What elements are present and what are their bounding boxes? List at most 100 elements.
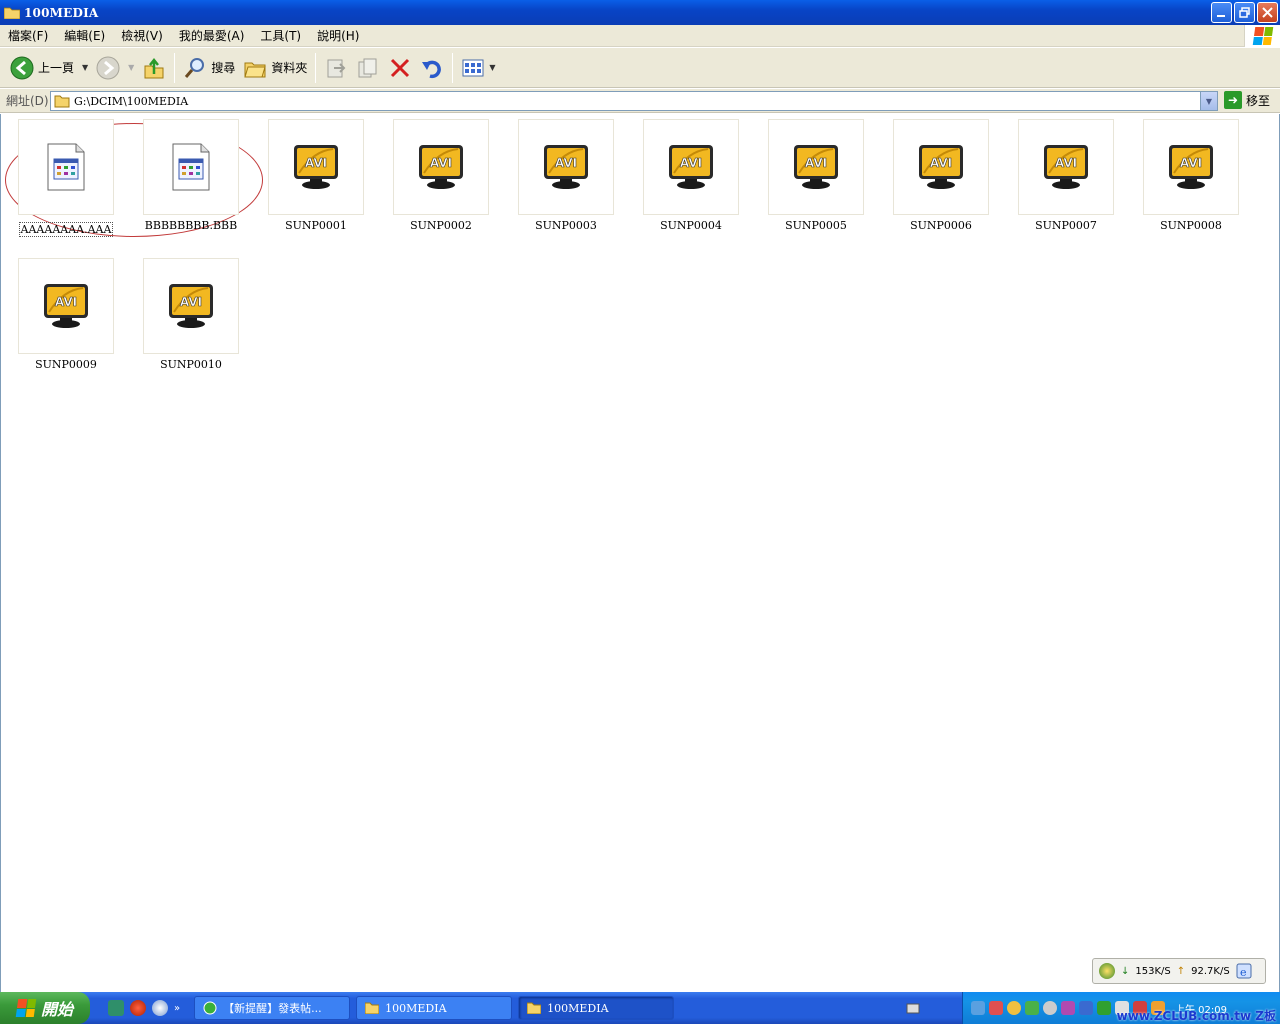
folders-button[interactable]: 資料夾 <box>239 51 311 85</box>
forward-button[interactable]: ▼ <box>92 51 138 85</box>
task-button-folder-active[interactable]: 100MEDIA <box>518 996 675 1020</box>
move-to-button[interactable] <box>320 51 352 85</box>
file-item[interactable]: AVI SUNP0001 <box>261 119 371 232</box>
file-item[interactable]: AVI SUNP0004 <box>636 119 746 232</box>
file-item[interactable]: AVI SUNP0005 <box>761 119 871 232</box>
file-thumbnail[interactable] <box>18 119 114 215</box>
folder-icon <box>4 7 20 19</box>
file-thumbnail[interactable]: AVI <box>768 119 864 215</box>
menu-help[interactable]: 說明(H) <box>309 27 367 44</box>
tray-app-icon[interactable] <box>1007 1001 1021 1015</box>
menu-favorites[interactable]: 我的最愛(A) <box>171 27 253 44</box>
tray-app-icon[interactable] <box>1061 1001 1075 1015</box>
menu-view[interactable]: 檢視(V) <box>113 27 171 44</box>
restore-button[interactable] <box>1234 2 1255 23</box>
tray-app-icon[interactable] <box>1097 1001 1111 1015</box>
go-button[interactable]: ➜ 移至 <box>1224 91 1270 109</box>
move-to-icon <box>327 59 346 77</box>
file-name: SUNP0009 <box>35 358 97 371</box>
file-view[interactable]: AAAAAAAA.AAA BBBBBBBB.BBB AVI SUNP0001 AVI SU… <box>0 114 1280 992</box>
search-label: 搜尋 <box>211 61 236 75</box>
quicklaunch-more-icon[interactable]: » <box>174 1003 180 1014</box>
file-thumbnail[interactable]: AVI <box>393 119 489 215</box>
file-thumbnail[interactable] <box>143 119 239 215</box>
browser-icon <box>203 1001 217 1015</box>
minimize-button[interactable] <box>1211 2 1232 23</box>
file-thumbnail[interactable]: AVI <box>1143 119 1239 215</box>
back-arrow-icon <box>10 56 34 79</box>
task-button-browser[interactable]: 【新提醒】發表帖... <box>194 996 351 1020</box>
file-name: SUNP0006 <box>910 219 972 232</box>
tray-app-icon[interactable] <box>1025 1001 1039 1015</box>
undo-button[interactable] <box>416 51 448 85</box>
download-arrow-icon: ↓ <box>1121 965 1130 977</box>
vertical-scrollbar-area <box>1262 114 1279 992</box>
forward-arrow-icon <box>96 56 120 79</box>
start-button[interactable]: 開始 <box>0 992 90 1024</box>
svg-text:AVI: AVI <box>180 295 202 309</box>
svg-text:AVI: AVI <box>55 295 77 309</box>
file-item[interactable]: AAAAAAAA.AAA <box>11 119 121 237</box>
network-meter: ↓ 153K/S ↑ 92.7K/S e <box>1092 958 1266 984</box>
file-item[interactable]: BBBBBBBB.BBB <box>136 119 246 232</box>
tray-app-icon[interactable] <box>1079 1001 1093 1015</box>
up-folder-button[interactable] <box>138 51 170 85</box>
address-input[interactable]: G:\DCIM\100MEDIA ▼ <box>50 91 1218 111</box>
file-thumbnail[interactable]: AVI <box>18 258 114 354</box>
minimize-icon <box>1217 15 1225 17</box>
file-item[interactable]: AVI SUNP0006 <box>886 119 996 232</box>
file-item[interactable]: AVI SUNP0008 <box>1136 119 1246 232</box>
watermark: www.ZCLUB.com.tw Z板 <box>1116 1009 1276 1023</box>
file-thumbnail[interactable]: AVI <box>268 119 364 215</box>
upload-speed: 92.7K/S <box>1191 965 1230 977</box>
views-icon <box>462 59 484 76</box>
forward-dropdown-icon[interactable]: ▼ <box>128 63 134 72</box>
menu-edit[interactable]: 編輯(E) <box>56 27 113 44</box>
quicklaunch-player-icon[interactable] <box>152 1000 168 1016</box>
menu-tools[interactable]: 工具(T) <box>252 27 309 44</box>
task-button-folder[interactable]: 100MEDIA <box>356 996 513 1020</box>
views-dropdown-icon[interactable]: ▼ <box>489 63 495 72</box>
task-label: 【新提醒】發表帖... <box>223 1002 322 1015</box>
keyboard-icon[interactable] <box>906 1001 920 1015</box>
back-button[interactable]: 上一頁 ▼ <box>6 51 92 85</box>
windows-flag-icon <box>15 999 37 1017</box>
tray-app-icon[interactable] <box>971 1001 985 1015</box>
tray-app-icon[interactable] <box>1043 1001 1057 1015</box>
file-thumbnail[interactable]: AVI <box>643 119 739 215</box>
avi-video-icon: AVI <box>544 145 588 189</box>
file-thumbnail[interactable]: AVI <box>143 258 239 354</box>
avi-video-icon: AVI <box>794 145 838 189</box>
file-item[interactable]: AVI SUNP0002 <box>386 119 496 232</box>
quicklaunch-media-icon[interactable] <box>130 1000 146 1016</box>
file-item[interactable]: AVI SUNP0010 <box>136 258 246 371</box>
task-label: 100MEDIA <box>385 1001 447 1015</box>
file-thumbnail[interactable]: AVI <box>1018 119 1114 215</box>
delete-button[interactable] <box>384 51 416 85</box>
back-dropdown-icon[interactable]: ▼ <box>82 63 88 72</box>
file-item[interactable]: AVI SUNP0007 <box>1011 119 1121 232</box>
address-bar: 網址(D) G:\DCIM\100MEDIA ▼ ➜ 移至 <box>0 89 1280 113</box>
close-button[interactable] <box>1257 2 1278 23</box>
quicklaunch-app-icon[interactable] <box>108 1000 124 1016</box>
tray-app-icon[interactable] <box>989 1001 1003 1015</box>
file-item[interactable]: AVI SUNP0003 <box>511 119 621 232</box>
file-name: SUNP0003 <box>535 219 597 232</box>
undo-icon <box>422 60 442 78</box>
folder-icon <box>365 1002 380 1014</box>
menu-file[interactable]: 檔案(F) <box>0 27 56 44</box>
toolbar-separator <box>452 52 454 83</box>
svg-text:AVI: AVI <box>430 156 452 170</box>
browser-icon[interactable]: e <box>1236 963 1252 979</box>
toolbar-separator <box>315 52 317 83</box>
file-thumbnail[interactable]: AVI <box>893 119 989 215</box>
file-thumbnail[interactable]: AVI <box>518 119 614 215</box>
copy-to-button[interactable] <box>352 51 384 85</box>
go-arrow-icon: ➜ <box>1224 91 1242 109</box>
file-name: SUNP0007 <box>1035 219 1097 232</box>
address-dropdown-button[interactable]: ▼ <box>1200 92 1217 110</box>
search-button[interactable]: 搜尋 <box>179 51 239 85</box>
svg-text:AVI: AVI <box>1055 156 1077 170</box>
file-item[interactable]: AVI SUNP0009 <box>11 258 121 371</box>
views-button[interactable]: ▼ <box>457 51 499 85</box>
